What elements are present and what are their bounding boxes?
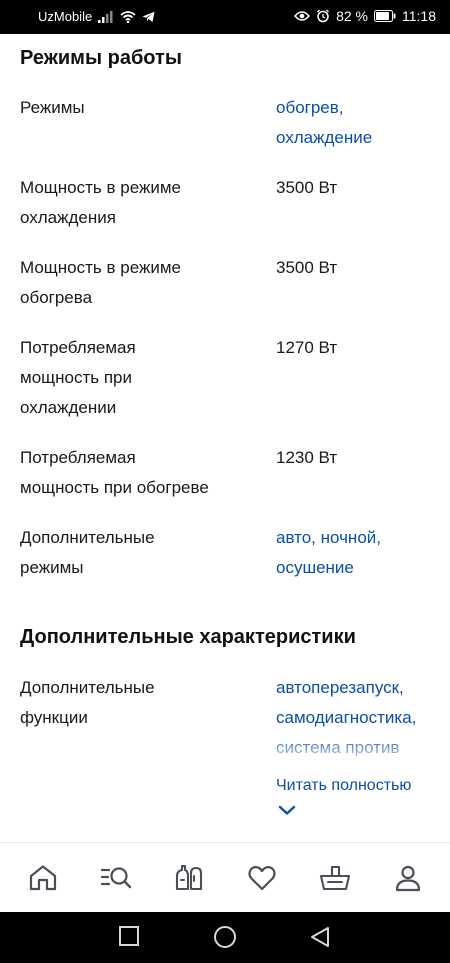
back-triangle-icon[interactable]: [309, 925, 331, 949]
section-title-modes: Режимы работы: [20, 47, 182, 69]
home-circle-icon[interactable]: [213, 925, 237, 949]
home-icon: [29, 864, 56, 890]
bottom-nav: [0, 842, 450, 912]
battery-percent: 82 %: [336, 8, 368, 24]
read-more-link[interactable]: Читать полностью: [276, 777, 411, 795]
section-title-extra: Дополнительные характеристики: [20, 626, 356, 648]
nav-compare[interactable]: [161, 850, 217, 906]
spec-value-modes[interactable]: обогрев, охлаждение: [276, 93, 446, 153]
clock: 11:18: [402, 8, 436, 24]
spec-label-extra-functions: Дополнительные функции: [20, 678, 155, 727]
wifi-icon: [120, 10, 136, 23]
recent-apps-square-icon[interactable]: [118, 925, 140, 947]
spec-label-consumed-cooling: Потребляемая мощность при охлаждении: [20, 338, 136, 417]
status-right: 82 % 11:18: [294, 8, 436, 24]
nav-cart[interactable]: [307, 850, 363, 906]
cart-basket-icon: [319, 865, 350, 890]
profile-icon: [395, 865, 420, 891]
nav-favorites[interactable]: [234, 850, 290, 906]
spec-value-cooling-power: 3500 Вт: [276, 178, 338, 197]
eye-icon: [294, 11, 311, 21]
spec-value-extra-modes[interactable]: авто, ночной, осушение: [276, 523, 446, 583]
status-left: UzMobile: [38, 9, 155, 24]
system-nav-bar: [0, 912, 450, 963]
nav-profile[interactable]: [380, 850, 436, 906]
chevron-down-icon[interactable]: [278, 804, 296, 816]
catalog-search-icon: [100, 866, 131, 888]
spec-value-heating-power: 3500 Вт: [276, 258, 338, 277]
signal-icon: [98, 10, 113, 23]
spec-label-consumed-heating: Потребляемая мощность при обогреве: [20, 448, 209, 497]
nav-catalog[interactable]: [88, 850, 144, 906]
spec-value-consumed-heating: 1230 Вт: [276, 448, 338, 467]
status-bar: UzMobile 82 % 11:18: [0, 0, 450, 34]
spec-label-modes: Режимы: [20, 98, 85, 117]
carrier-name: UzMobile: [38, 9, 93, 24]
battery-icon: [374, 10, 396, 22]
alarm-icon: [317, 9, 330, 23]
spec-content: Режимы работы Режимы обогрев, охлаждение…: [0, 34, 450, 842]
favorites-heart-icon: [247, 865, 276, 890]
telegram-icon: [142, 11, 155, 22]
spec-label-extra-modes: Дополнительные режимы: [20, 528, 155, 577]
spec-label-cooling-power: Мощность в режиме охлаждения: [20, 178, 181, 227]
spec-value-extra-functions[interactable]: автоперезапуск, самодиагностика, система…: [276, 673, 446, 763]
spec-label-heating-power: Мощность в режиме обогрева: [20, 258, 181, 307]
nav-home[interactable]: [15, 850, 71, 906]
compare-icon: [175, 864, 202, 890]
spec-value-consumed-cooling: 1270 Вт: [276, 338, 338, 357]
